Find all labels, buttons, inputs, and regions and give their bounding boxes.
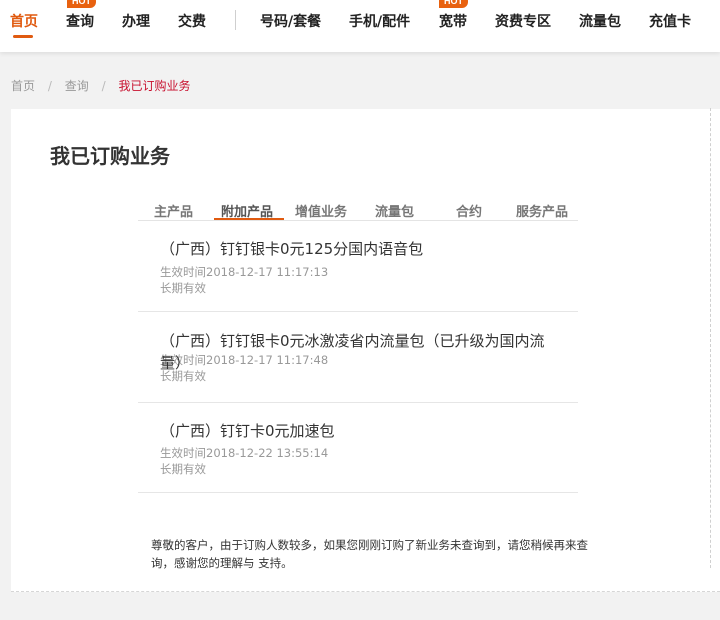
nav-item-handle[interactable]: 办理 bbox=[122, 12, 150, 32]
nav-item-number-plan[interactable]: 号码/套餐 bbox=[260, 12, 321, 32]
product-effective-time: 生效时间2018-12-22 13:55:14 bbox=[160, 446, 329, 460]
subscribed-services-card: 我已订购业务 主产品 附加产品 增值业务 流量包 合约 服务产品 （广西）钉钉银… bbox=[11, 109, 720, 592]
tab-contract[interactable]: 合约 bbox=[456, 201, 482, 220]
nav-item-phone-accessory[interactable]: 手机/配件 bbox=[349, 12, 410, 32]
tab-value-added[interactable]: 增值业务 bbox=[295, 201, 347, 220]
card-right-border bbox=[710, 108, 711, 568]
hot-badge: HOT bbox=[67, 0, 96, 8]
nav-item-home[interactable]: 首页 bbox=[10, 12, 38, 32]
delay-notice: 尊敬的客户，由于订购人数较多，如果您刚刚订购了新业务未查询到，请您稍候再来查询，… bbox=[151, 538, 588, 570]
nav-divider bbox=[235, 10, 236, 30]
breadcrumb-current: 我已订购业务 bbox=[118, 79, 191, 93]
breadcrumb-separator: / bbox=[47, 79, 52, 93]
product-tabs: 主产品 附加产品 增值业务 流量包 合约 服务产品 bbox=[138, 199, 578, 221]
product-name[interactable]: （广西）钉钉银卡0元125分国内语音包 bbox=[160, 239, 560, 259]
nav-item-broadband-label: 宽带 bbox=[439, 14, 467, 30]
hot-badge: HOT bbox=[439, 0, 468, 8]
product-name[interactable]: （广西）钉钉银卡0元冰激凌省内流量包（已升级为国内流量） bbox=[160, 330, 548, 374]
top-navigation: 首页 查询 HOT 办理 交费 号码/套餐 手机/配件 宽带 HOT 资费专区 … bbox=[0, 0, 720, 52]
nav-item-pay[interactable]: 交费 bbox=[178, 12, 206, 32]
nav-item-query[interactable]: 查询 HOT bbox=[66, 0, 96, 32]
breadcrumb: 首页 / 查询 / 我已订购业务 bbox=[11, 77, 190, 95]
nav-item-query-label: 查询 bbox=[66, 14, 94, 30]
tab-active-indicator bbox=[214, 218, 284, 220]
nav-item-broadband[interactable]: 宽带 HOT bbox=[439, 0, 468, 32]
breadcrumb-query[interactable]: 查询 bbox=[65, 77, 89, 95]
tab-main-product[interactable]: 主产品 bbox=[154, 201, 193, 220]
product-effective-time: 生效时间2018-12-17 11:17:13 bbox=[160, 265, 329, 279]
list-item: （广西）钉钉银卡0元125分国内语音包 生效时间2018-12-17 11:17… bbox=[138, 222, 578, 312]
nav-active-indicator bbox=[13, 35, 33, 38]
tab-service-product[interactable]: 服务产品 bbox=[516, 201, 568, 220]
page-title: 我已订购业务 bbox=[50, 144, 170, 168]
list-item: （广西）钉钉卡0元加速包 生效时间2018-12-22 13:55:14 长期有… bbox=[138, 403, 578, 493]
product-validity: 长期有效 bbox=[160, 462, 206, 476]
breadcrumb-separator: / bbox=[101, 79, 106, 93]
product-name[interactable]: （广西）钉钉卡0元加速包 bbox=[160, 421, 560, 441]
nav-item-data-pack[interactable]: 流量包 bbox=[579, 12, 621, 32]
breadcrumb-home[interactable]: 首页 bbox=[11, 77, 35, 95]
product-validity: 长期有效 bbox=[160, 281, 206, 295]
nav-item-recharge-card[interactable]: 充值卡 bbox=[649, 12, 691, 32]
nav-item-tariff-zone[interactable]: 资费专区 bbox=[495, 12, 551, 32]
list-item: 生效时间2018-12-17 11:17:48 长期有效 （广西）钉钉银卡0元冰… bbox=[138, 312, 578, 403]
tab-data-pack[interactable]: 流量包 bbox=[375, 201, 414, 220]
